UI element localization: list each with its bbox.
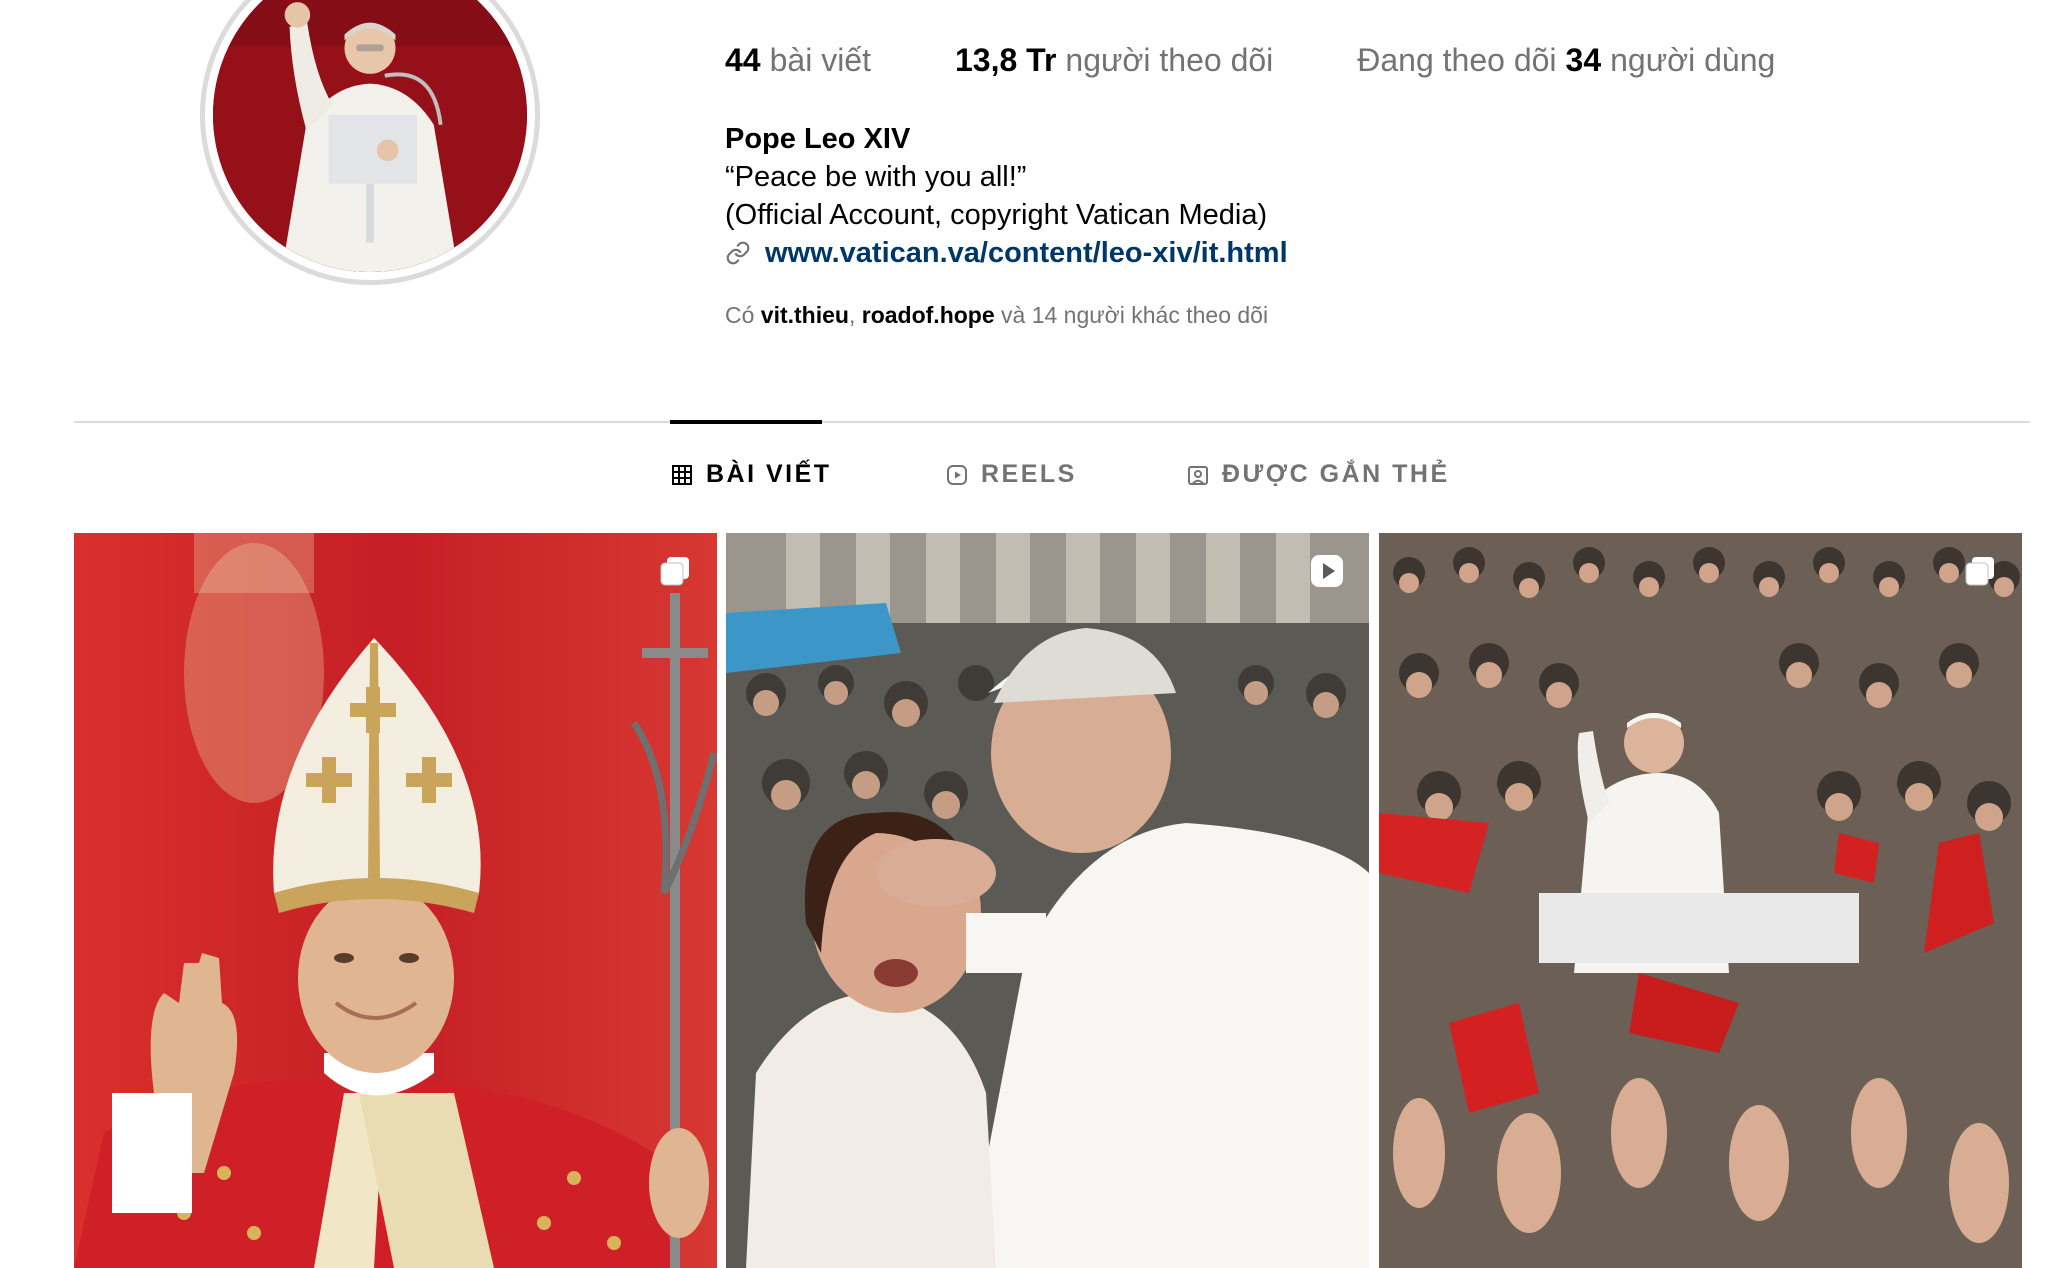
post-tile[interactable] <box>726 533 1369 1268</box>
post-image <box>74 533 717 1268</box>
avatar-image <box>213 0 527 272</box>
profile-avatar[interactable] <box>200 0 540 285</box>
post-image <box>726 533 1369 1268</box>
posts-grid <box>74 533 2024 1268</box>
mutual-suffix: và 14 người khác theo dõi <box>1001 302 1269 328</box>
reels-icon <box>947 464 967 485</box>
profile-name: Pope Leo XIV <box>725 123 911 155</box>
posts-count[interactable]: 44 bài viết <box>725 42 871 79</box>
bio-line-official: (Official Account, copyright Vatican Med… <box>725 199 1268 231</box>
mutual-prefix: Có <box>725 302 755 328</box>
bio-line-quote: “Peace be with you all!” <box>725 161 1027 193</box>
reel-play-icon <box>1311 555 1343 587</box>
profile-stats: 44 bài viết 13,8 Tr người theo dõi Đang … <box>725 38 1775 82</box>
bio-link[interactable]: www.vatican.va/content/leo-xiv/it.html <box>725 234 1288 272</box>
tagged-icon <box>1188 465 1208 485</box>
followers-count-label: người theo dõi <box>1065 41 1274 78</box>
following-count-label: người dùng <box>1610 41 1776 78</box>
active-tab-indicator <box>670 420 822 424</box>
link-icon <box>726 241 750 265</box>
grid-icon <box>672 464 692 485</box>
followers-count[interactable]: 13,8 Tr người theo dõi <box>955 42 1273 79</box>
followers-count-value: 13,8 Tr <box>954 41 1057 78</box>
tabs-divider <box>74 421 2030 423</box>
posts-count-value: 44 <box>725 41 761 78</box>
mutual-user-2[interactable]: roadof.hope <box>862 302 995 328</box>
carousel-icon <box>1965 557 1994 586</box>
mutual-user-1[interactable]: vit.thieu <box>761 302 849 328</box>
tab-tagged-label: ĐƯỢC GẮN THẺ <box>1222 460 1450 488</box>
tab-posts-label: BÀI VIẾT <box>706 460 832 488</box>
mutual-separator: , <box>848 302 856 328</box>
following-count-value: 34 <box>1565 41 1602 78</box>
posts-count-label: bài viết <box>769 41 871 78</box>
carousel-icon <box>660 557 689 586</box>
tab-posts[interactable]: BÀI VIẾT <box>670 460 832 489</box>
following-prefix: Đang theo dõi <box>1357 41 1557 78</box>
post-tile[interactable] <box>74 533 717 1268</box>
following-count[interactable]: Đang theo dõi 34 người dùng <box>1357 42 1775 79</box>
post-tile[interactable] <box>1379 533 2022 1268</box>
tab-reels-label: REELS <box>981 460 1077 488</box>
tab-tagged[interactable]: ĐƯỢC GẮN THẺ <box>1186 460 1450 489</box>
profile-bio: Pope Leo XIV “Peace be with you all!” (O… <box>725 120 1288 272</box>
profile-tabs: BÀI VIẾT REELS ĐƯỢC GẮN THẺ <box>0 460 2048 500</box>
post-image <box>1379 533 2022 1268</box>
mutual-followers[interactable]: Có vit.thieu, roadof.hope và 14 người kh… <box>725 302 1268 329</box>
bio-link-text: www.vatican.va/content/leo-xiv/it.html <box>765 237 1288 269</box>
tab-reels[interactable]: REELS <box>945 460 1077 489</box>
